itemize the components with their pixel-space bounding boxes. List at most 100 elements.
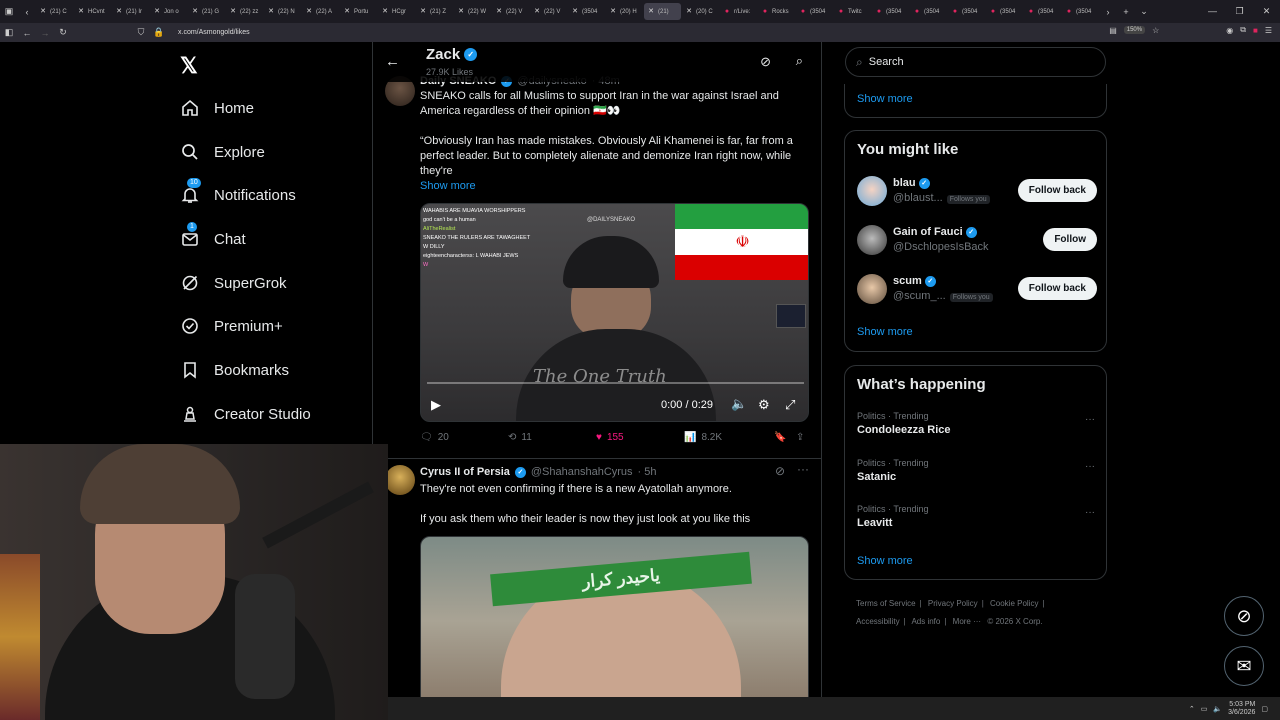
footer-link-privacy[interactable]: Privacy Policy [928, 599, 978, 608]
browser-tab[interactable]: ✕ (22) N [264, 3, 301, 20]
footer-link-ads[interactable]: Ads info [911, 617, 940, 626]
more-options-icon[interactable]: ··· [1085, 414, 1095, 425]
browser-tab[interactable]: ● (3504 [872, 3, 909, 20]
browser-tab[interactable]: ● r/Live: [720, 3, 757, 20]
nav-premium[interactable]: Premium+ [180, 313, 283, 339]
browser-tab[interactable]: ✕ (22) V [530, 3, 567, 20]
browser-tab[interactable]: ● (3504 [1062, 3, 1099, 20]
tweet-image[interactable]: ياحيدر كرار [420, 536, 809, 697]
nav-bookmarks[interactable]: Bookmarks [180, 357, 289, 383]
extensions-icon[interactable]: ⧉ [1240, 25, 1246, 35]
author-handle[interactable]: @ShahanshahCyrus [531, 466, 633, 478]
video-player[interactable]: The One Truth ☫ @DAILYSNEAKO WAHABIS ARE… [420, 203, 809, 422]
tabs-scroll-right-icon[interactable]: › [1099, 7, 1117, 17]
nav-home[interactable]: Home [180, 95, 254, 121]
browser-tab[interactable]: ✕ (20) C [682, 3, 719, 20]
trend-item[interactable]: Politics · Trending Condoleezza Rice ··· [857, 411, 1097, 436]
bookmark-icon[interactable]: 🔖 [774, 432, 796, 443]
lock-icon[interactable]: 🔒 [150, 27, 168, 38]
show-more-link[interactable]: Show more [857, 326, 913, 338]
browser-tab[interactable]: ✕ (21) C [36, 3, 73, 20]
reader-view-icon[interactable]: ▤ [1109, 26, 1117, 35]
footer-link-more[interactable]: More ··· [953, 617, 981, 626]
close-window-icon[interactable]: ✕ [1253, 0, 1280, 23]
browser-tab[interactable]: ✕ (22) W [454, 3, 491, 20]
show-more-link[interactable]: Show more [857, 555, 913, 567]
browser-tab[interactable]: ✕ (20) H [606, 3, 643, 20]
browser-tab[interactable]: ✕ (22) zz [226, 3, 263, 20]
browser-tab[interactable]: ● (3504 [986, 3, 1023, 20]
browser-tab[interactable]: ✕ (3504 [568, 3, 605, 20]
browser-tab[interactable]: ● (3504 [910, 3, 947, 20]
zoom-level[interactable]: 150% [1123, 26, 1146, 34]
minimize-icon[interactable]: — [1199, 0, 1226, 23]
clock[interactable]: 5:03 PM 3/6/2026 [1228, 701, 1255, 717]
follow-back-button[interactable]: Follow back [1017, 277, 1097, 300]
footer-link-accessibility[interactable]: Accessibility [856, 617, 900, 626]
follow-back-button[interactable]: Follow back [1017, 179, 1097, 202]
reload-icon[interactable]: ↻ [54, 27, 72, 38]
browser-tab[interactable]: ✕ Portu [340, 3, 377, 20]
browser-tab[interactable]: ● (3504 [948, 3, 985, 20]
nav-explore[interactable]: Explore [180, 139, 265, 165]
grok-icon[interactable]: ⊘ [760, 54, 771, 70]
reply-button[interactable]: 🗨 20 [420, 432, 508, 443]
browser-tab[interactable]: ✕ (21) Z [416, 3, 453, 20]
browser-tab[interactable]: ✕ (22) A [302, 3, 339, 20]
show-more-link[interactable]: Show more [420, 179, 810, 194]
repost-button[interactable]: ⟲ 11 [508, 432, 596, 443]
nav-creator-studio[interactable]: Creator Studio [180, 401, 311, 427]
nav-notifications[interactable]: 10 Notifications [180, 178, 296, 208]
trend-item[interactable]: Politics · Trending Satanic ··· [857, 458, 1097, 483]
extension-icon[interactable]: ■ [1253, 26, 1258, 35]
notification-center-icon[interactable]: ▢ [1261, 705, 1268, 713]
video-progress-track[interactable] [427, 382, 804, 384]
footer-link-terms[interactable]: Terms of Service [856, 599, 916, 608]
avatar[interactable] [857, 274, 887, 304]
shield-icon[interactable]: ⛉ [132, 27, 150, 38]
url-field[interactable]: x.com/Asmongold/likes [178, 29, 250, 36]
like-button[interactable]: ♥ 155 [596, 432, 684, 443]
browser-tab[interactable]: ✕ (21) G [188, 3, 225, 20]
follow-suggestion[interactable]: Gain of Fauci ✓ @DschlopesIsBack Follow [857, 224, 1097, 256]
browser-tab[interactable]: ✕ (22) V [492, 3, 529, 20]
share-icon[interactable]: ⇪ [796, 432, 804, 443]
tab-list-icon[interactable]: ▣ [0, 6, 18, 17]
footer-link-cookie[interactable]: Cookie Policy [990, 599, 1038, 608]
more-options-icon[interactable]: ··· [1085, 507, 1095, 518]
back-icon[interactable]: ← [18, 28, 36, 38]
settings-gear-icon[interactable]: ⚙ [758, 397, 770, 413]
more-options-icon[interactable]: ··· [797, 462, 809, 476]
volume-icon[interactable]: 🔈 [731, 396, 747, 412]
sidebar-toggle-icon[interactable]: ◧ [0, 27, 18, 38]
grok-icon[interactable]: ⊘ [775, 464, 785, 478]
browser-tab[interactable]: ✕ HCgr [378, 3, 415, 20]
suggestion-name[interactable]: scum ✓ [893, 275, 936, 287]
avatar[interactable] [857, 225, 887, 255]
follow-button[interactable]: Follow [1043, 228, 1097, 251]
browser-tab[interactable]: ✕ (21) Ir [112, 3, 149, 20]
bookmark-star-icon[interactable]: ☆ [1152, 26, 1159, 35]
browser-tab[interactable]: ✕ Jon o [150, 3, 187, 20]
tweet[interactable]: Daily SNEAKO ✓ @dailysneako · 48m SNEAKO… [373, 42, 821, 458]
views-button[interactable]: 📊 8.2K [684, 432, 774, 443]
browser-tab[interactable]: ✕ (21) [644, 3, 681, 20]
restore-icon[interactable]: ❐ [1226, 0, 1253, 23]
search-box[interactable]: ⌕ Search [845, 47, 1106, 77]
tweet[interactable]: Cyrus II of Persia ✓ @ShahanshahCyrus · … [373, 459, 821, 697]
tabs-scroll-left-icon[interactable]: ‹ [18, 7, 36, 17]
tweet-author[interactable]: Cyrus II of Persia ✓ @ShahanshahCyrus · … [420, 466, 657, 478]
new-tab-icon[interactable]: + [1117, 7, 1135, 17]
x-logo[interactable]: 𝕏 [180, 53, 198, 79]
trend-item[interactable]: Politics · Trending Leavitt ··· [857, 504, 1097, 529]
author-name[interactable]: Cyrus II of Persia [420, 466, 510, 478]
browser-tab[interactable]: ● (3504 [1024, 3, 1061, 20]
account-icon[interactable]: ◉ [1226, 26, 1233, 35]
browser-tab[interactable]: ● Twitc [834, 3, 871, 20]
grok-fab-button[interactable]: ⊘ [1224, 596, 1264, 636]
main-timeline[interactable]: ← Zack ✓ 27.9K Likes ⊘ ⌕ Daily SNEAKO ✓ … [373, 42, 821, 697]
follow-suggestion[interactable]: blau ✓ @blaust... Follows you Follow back [857, 175, 1097, 207]
tweet-time[interactable]: · 5h [638, 466, 657, 478]
menu-icon[interactable]: ☰ [1265, 26, 1272, 35]
avatar[interactable] [857, 176, 887, 206]
